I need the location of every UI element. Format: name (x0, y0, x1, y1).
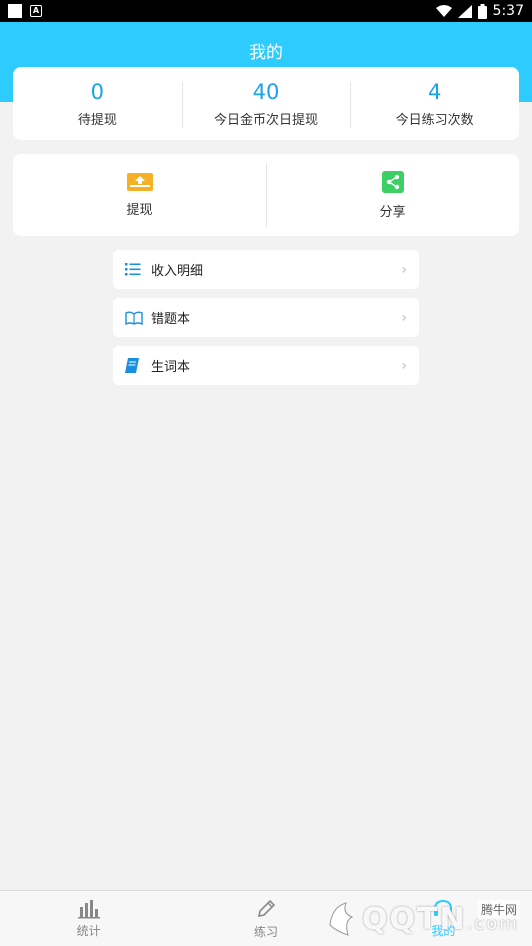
stat-value: 4 (427, 80, 442, 104)
actions-card: 提现 分享 (13, 154, 519, 236)
open-book-icon (125, 310, 143, 326)
chevron-right-icon: › (401, 309, 407, 326)
tab-practice[interactable]: 练习 (177, 891, 354, 946)
pencil-icon (257, 899, 276, 917)
list-icon (125, 262, 143, 278)
chevron-right-icon: › (401, 261, 407, 278)
share-icon (381, 170, 404, 193)
menu-item-label: 收入明细 (151, 264, 204, 279)
signal-icon (457, 4, 472, 18)
stat-value: 40 (252, 80, 280, 104)
tab-label: 统计 (76, 923, 101, 938)
headset-icon (434, 899, 453, 916)
stat-label: 今日练习次数 (395, 113, 474, 128)
share-label: 分享 (379, 204, 406, 220)
withdraw-icon (126, 172, 153, 191)
battery-icon (477, 3, 487, 19)
stat-value: 0 (90, 80, 105, 104)
withdraw-button[interactable]: 提现 (13, 163, 266, 227)
menu-item-label: 错题本 (151, 312, 191, 327)
page-title: 我的 (249, 43, 283, 63)
menu-item-label: 生词本 (151, 360, 191, 375)
stats-card: 0 待提现 40 今日金币次日提现 4 今日练习次数 (13, 67, 519, 140)
tab-statistics[interactable]: 统计 (0, 891, 177, 946)
chevron-right-icon: › (401, 357, 407, 374)
menu-item-vocabulary-book[interactable]: 生词本 › (113, 346, 419, 385)
menu-item-income-details[interactable]: 收入明细 › (113, 250, 419, 289)
notebook-icon (125, 358, 143, 374)
menu-item-wrong-questions[interactable]: 错题本 › (113, 298, 419, 337)
wifi-icon (435, 5, 452, 17)
bar-chart-icon (77, 899, 100, 918)
stat-today-coins[interactable]: 40 今日金币次日提现 (181, 76, 351, 132)
status-time: 5:37 (492, 3, 524, 19)
stat-label: 待提现 (77, 113, 117, 128)
status-bar: A 5:37 (0, 0, 532, 22)
stat-label: 今日金币次日提现 (214, 113, 319, 128)
tab-mine[interactable]: 我的 (355, 891, 532, 946)
bottom-tab-bar: 统计 练习 我的 (0, 890, 532, 946)
withdraw-label: 提现 (126, 202, 153, 218)
stat-pending-withdraw[interactable]: 0 待提现 (13, 76, 182, 132)
tab-label: 练习 (253, 924, 278, 939)
notification-square-icon (8, 4, 22, 18)
a-notification-icon: A (30, 5, 42, 17)
share-button[interactable]: 分享 (266, 163, 519, 227)
stat-today-practice[interactable]: 4 今日练习次数 (350, 76, 519, 132)
tab-label: 我的 (431, 923, 456, 938)
